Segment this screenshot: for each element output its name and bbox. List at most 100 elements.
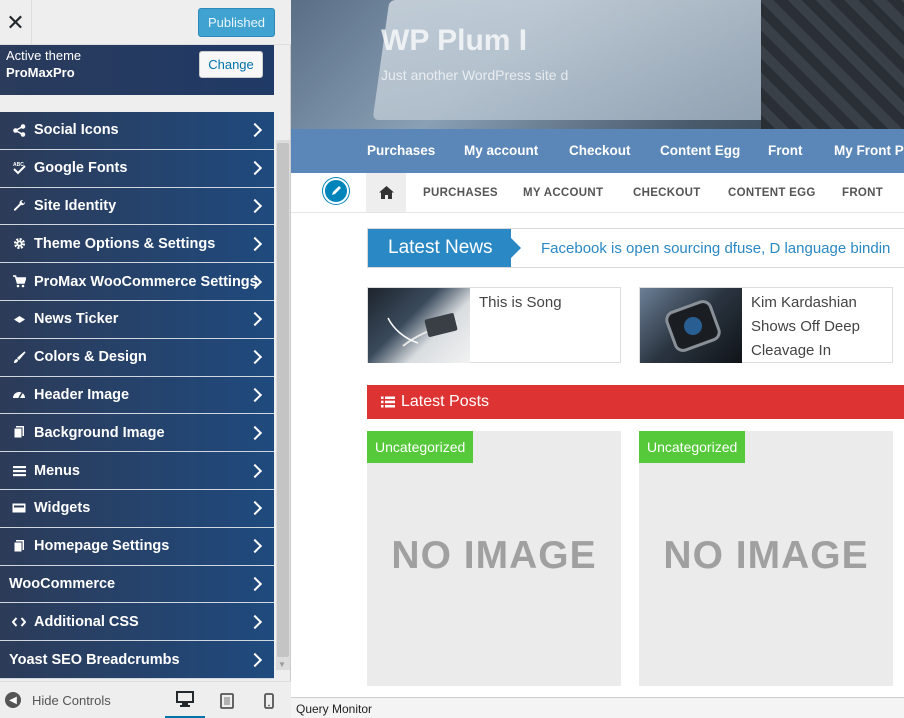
sidebar-footer: ◀ Hide Controls	[0, 681, 291, 718]
publish-button[interactable]: Published	[198, 8, 275, 37]
collapse-arrow-icon[interactable]: ◀	[5, 692, 21, 708]
desktop-icon	[176, 691, 194, 707]
menu-item-news-ticker[interactable]: News Ticker	[0, 300, 274, 339]
no-image-placeholder: NO IMAGE	[391, 534, 597, 577]
chevron-right-icon	[247, 652, 263, 667]
topnav-item-purchases[interactable]: Purchases	[367, 143, 435, 158]
primary-navigation: Purchases My account Checkout Content Eg…	[291, 129, 904, 173]
menu-item-colors-design[interactable]: Colors & Design	[0, 338, 274, 377]
menu-item-label: Site Identity	[34, 197, 117, 214]
menu-item-menus[interactable]: Menus	[0, 452, 274, 490]
secnav-item-purchases[interactable]: PURCHASES	[423, 187, 498, 199]
chevron-right-icon	[247, 539, 263, 554]
change-theme-button[interactable]: Change	[199, 51, 263, 78]
secondary-navigation: PURCHASES MY ACCOUNT CHECKOUT CONTENT EG…	[291, 173, 904, 213]
close-icon[interactable]: ✕	[0, 0, 32, 45]
site-title[interactable]: WP Plum I	[381, 24, 527, 58]
home-nav-button[interactable]	[366, 173, 406, 212]
query-monitor-bar: Query Monitor	[291, 697, 904, 718]
tablet-icon	[220, 692, 234, 709]
site-tagline: Just another WordPress site d	[381, 67, 569, 83]
chevron-right-icon	[247, 198, 263, 214]
menu-item-homepage-settings[interactable]: Homepage Settings	[0, 527, 274, 566]
menu-item-label: News Ticker	[34, 311, 119, 328]
chevron-right-icon	[247, 312, 263, 327]
news-card[interactable]: Kim Kardashian Shows Off Deep Cleavage I…	[639, 287, 893, 363]
secnav-item-content-egg[interactable]: CONTENT EGG	[728, 187, 816, 199]
query-monitor-link[interactable]: Query Monitor	[296, 702, 372, 716]
scroll-down-arrow-icon[interactable]: ▼	[278, 660, 286, 669]
chevron-right-icon	[247, 463, 263, 478]
chevron-right-icon	[247, 614, 263, 629]
news-ticker: Latest News Facebook is open sourcing df…	[367, 228, 904, 268]
news-title-line: Cleavage In	[751, 342, 832, 359]
topnav-item-my-front-page[interactable]: My Front P	[834, 143, 904, 158]
menu-item-label: Google Fonts	[34, 160, 128, 177]
menu-item-yoast-breadcrumbs[interactable]: Yoast SEO Breadcrumbs	[0, 641, 274, 679]
post-card[interactable]: Uncategorized NO IMAGE	[367, 431, 621, 686]
edit-pencil-icon[interactable]	[323, 178, 349, 204]
home-icon	[378, 186, 394, 199]
news-title[interactable]: This is Song	[479, 291, 562, 315]
topnav-item-front[interactable]: Front	[768, 143, 803, 158]
menu-item-label: Widgets	[34, 500, 91, 517]
customizer-window: ✕ Published Active theme ProMaxPro Chang…	[0, 0, 904, 718]
share-icon	[12, 124, 26, 137]
header-image: WP Plum I Just another WordPress site d	[291, 0, 904, 129]
no-image-placeholder: NO IMAGE	[663, 534, 869, 577]
menu-item-label: Homepage Settings	[34, 538, 170, 555]
sidebar-header: ✕ Published	[0, 0, 291, 45]
wrench-icon	[12, 199, 26, 212]
menu-item-google-fonts[interactable]: ABC Google Fonts	[0, 149, 274, 188]
menu-item-widgets[interactable]: Widgets	[0, 489, 274, 528]
menu-item-header-image[interactable]: Header Image	[0, 376, 274, 415]
secnav-item-checkout[interactable]: CHECKOUT	[633, 187, 701, 199]
pages-icon	[12, 539, 26, 553]
menu-item-site-identity[interactable]: Site Identity	[0, 187, 274, 226]
menu-item-woocommerce[interactable]: WooCommerce	[0, 565, 274, 604]
sidebar-scrollbar-thumb[interactable]	[277, 143, 289, 657]
code-icon	[12, 616, 26, 628]
menu-item-label: Colors & Design	[34, 349, 147, 366]
mobile-preview-button[interactable]	[249, 682, 289, 718]
ticker-headline-link[interactable]: Facebook is open sourcing dfuse, D langu…	[541, 240, 890, 257]
menu-item-woocommerce-settings[interactable]: ProMax WooCommerce Settings	[0, 263, 274, 301]
topnav-item-content-egg[interactable]: Content Egg	[660, 143, 740, 158]
secnav-item-front[interactable]: FRONT	[842, 187, 883, 199]
menu-item-background-image[interactable]: Background Image	[0, 414, 274, 453]
news-card[interactable]: This is Song	[367, 287, 621, 363]
menu-item-label: WooCommerce	[9, 575, 116, 592]
news-thumbnail[interactable]	[368, 288, 470, 363]
chevron-right-icon	[247, 350, 263, 365]
widget-icon	[12, 502, 26, 514]
menu-item-label: ProMax WooCommerce Settings	[34, 273, 258, 290]
menu-icon	[12, 465, 26, 477]
topnav-item-checkout[interactable]: Checkout	[569, 143, 631, 158]
brush-icon	[12, 351, 26, 364]
active-theme-label: Active theme	[6, 48, 82, 63]
news-title[interactable]: Kim Kardashian Shows Off Deep Cleavage I…	[751, 291, 860, 363]
news-thumbnail[interactable]	[640, 288, 742, 363]
tablet-preview-button[interactable]	[207, 682, 247, 718]
post-category-badge[interactable]: Uncategorized	[639, 431, 746, 463]
active-theme-panel: Active theme ProMaxPro Change	[0, 45, 274, 95]
post-card[interactable]: Uncategorized NO IMAGE	[639, 431, 893, 686]
secnav-item-my-account[interactable]: MY ACCOUNT	[523, 187, 603, 199]
hide-controls-button[interactable]: Hide Controls	[32, 693, 111, 708]
chevron-right-icon	[247, 123, 263, 138]
menu-item-social-icons[interactable]: Social Icons	[0, 112, 274, 150]
chevron-right-icon	[247, 501, 263, 516]
menu-item-additional-css[interactable]: Additional CSS	[0, 603, 274, 642]
latest-posts-label: Latest Posts	[401, 393, 490, 410]
menu-item-label: Yoast SEO Breadcrumbs	[9, 651, 180, 668]
latest-posts-header: Latest Posts	[367, 385, 904, 419]
desktop-preview-button[interactable]	[165, 682, 205, 718]
header-photo-tablet	[372, 0, 790, 120]
menu-item-theme-options[interactable]: Theme Options & Settings	[0, 225, 274, 264]
chevron-right-icon	[247, 425, 263, 440]
post-category-badge[interactable]: Uncategorized	[367, 431, 474, 463]
topnav-item-my-account[interactable]: My account	[464, 143, 538, 158]
ticker-icon	[12, 313, 26, 326]
menu-item-label: Header Image	[34, 386, 130, 403]
news-title-line: Kim Kardashian	[751, 294, 857, 311]
